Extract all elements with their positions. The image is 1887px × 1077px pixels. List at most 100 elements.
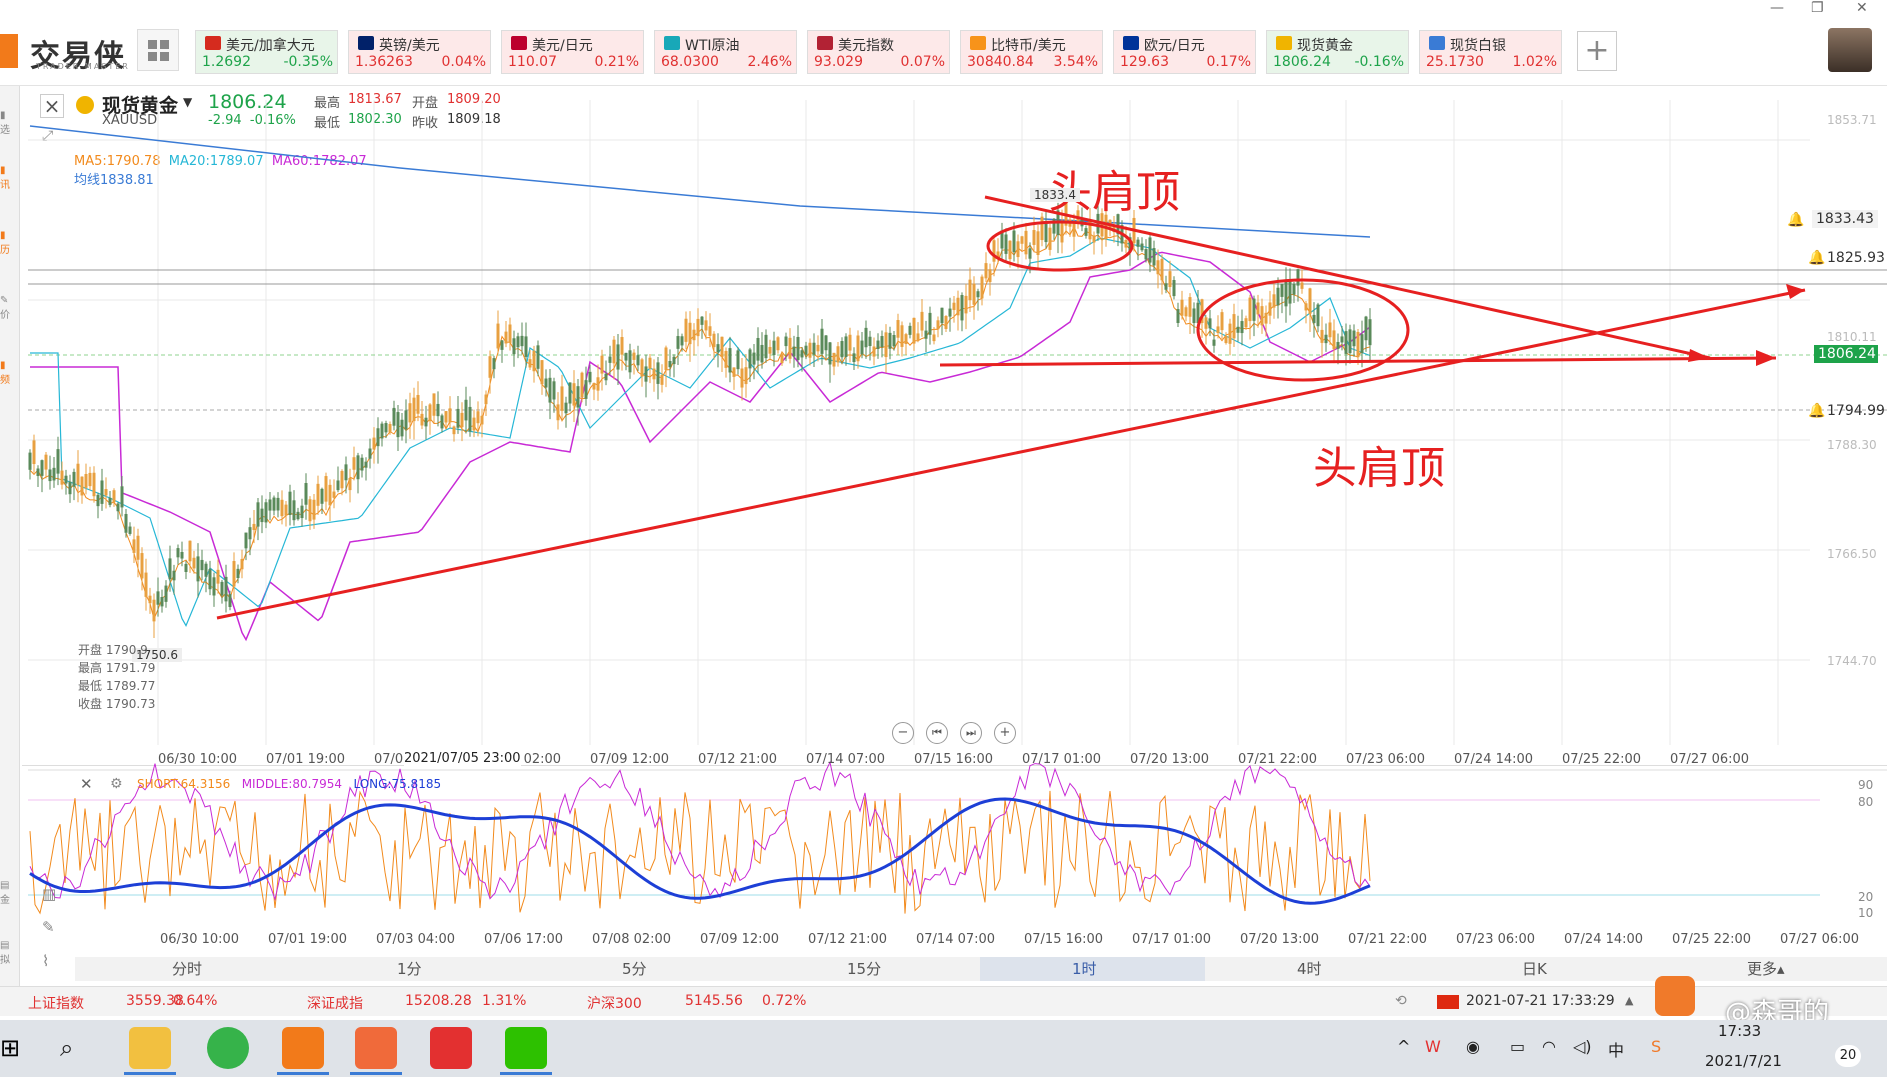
candle xyxy=(396,412,400,438)
candle xyxy=(608,356,612,363)
wps-tray-icon[interactable]: W xyxy=(1425,1037,1441,1056)
timeframe-tab[interactable]: 15分 xyxy=(847,957,881,981)
candle xyxy=(772,340,776,356)
chart-canvas[interactable] xyxy=(0,0,1887,1077)
zoom-in-icon[interactable]: + xyxy=(994,722,1016,744)
candle xyxy=(676,336,680,349)
candle xyxy=(1148,237,1152,263)
candle xyxy=(1164,283,1168,290)
candle xyxy=(1308,288,1312,314)
candle xyxy=(1072,222,1076,237)
index-pct: 0.64% xyxy=(173,993,218,1009)
timeframe-tab[interactable]: 分时 xyxy=(172,957,202,981)
candle xyxy=(440,415,444,429)
osc-settings-icon[interactable]: ⚙ xyxy=(110,776,123,792)
candle xyxy=(564,402,568,414)
candle xyxy=(828,342,832,365)
candle xyxy=(612,339,616,364)
osc-time-tick: 06/30 10:00 xyxy=(160,932,240,947)
time-tick: 07/01 19:00 xyxy=(266,752,346,767)
zoom-out-icon[interactable]: − xyxy=(892,722,914,744)
candle xyxy=(1264,312,1268,324)
taskbar-time[interactable]: 17:33 xyxy=(1718,1022,1761,1040)
candle xyxy=(1296,269,1300,286)
candle xyxy=(460,412,464,428)
cursor-time: 2021/07/05 23:00 xyxy=(404,751,521,766)
chart-nav: − ⏮ ⏭ + xyxy=(892,722,1016,744)
timeframe-tab[interactable]: 更多▴ xyxy=(1747,957,1785,981)
candle xyxy=(388,424,392,433)
wechat-icon[interactable] xyxy=(505,1027,547,1069)
candle xyxy=(364,461,368,468)
candle xyxy=(136,535,140,560)
candle xyxy=(916,333,920,341)
indicator-icon[interactable]: ⌇ xyxy=(42,952,49,970)
timeframe-tab[interactable]: 4时 xyxy=(1297,957,1322,981)
candle xyxy=(292,500,296,521)
timeframe-tab[interactable]: 5分 xyxy=(622,957,647,981)
candle xyxy=(468,406,472,432)
candle xyxy=(1220,312,1224,331)
osc-close-icon[interactable]: ✕ xyxy=(80,775,93,793)
volume-icon[interactable]: ◁) xyxy=(1573,1037,1592,1056)
alert-bell-icon[interactable]: 🔔 xyxy=(1808,250,1825,266)
timeframe-tab[interactable]: 1时 xyxy=(1072,957,1097,981)
scroll-start-icon[interactable]: ⏮ xyxy=(926,722,948,744)
candle xyxy=(180,552,184,559)
ma60-line xyxy=(30,251,1371,642)
candle xyxy=(1316,304,1320,327)
start-icon[interactable]: ⊞ xyxy=(0,1034,20,1062)
osc-scale-20: 20 xyxy=(1858,890,1874,904)
candle xyxy=(224,576,228,602)
candle xyxy=(260,508,264,523)
candle xyxy=(552,381,556,400)
alert-bell-icon[interactable]: 🔔 xyxy=(1808,403,1825,419)
tray-app-icon[interactable]: ◉ xyxy=(1466,1037,1480,1056)
candle xyxy=(168,558,172,580)
timeframe-tab[interactable]: 1分 xyxy=(397,957,422,981)
index-name[interactable]: 上证指数 xyxy=(28,993,84,1013)
taskbar-date[interactable]: 2021/7/21 xyxy=(1705,1052,1782,1070)
battery-icon[interactable]: ▭ xyxy=(1510,1037,1525,1056)
wps-icon[interactable] xyxy=(430,1027,472,1069)
candle xyxy=(1048,227,1052,250)
ohlc-box: 开盘 1790.9 最高 1791.79 最低 1789.77 收盘 1790.73 xyxy=(78,643,156,711)
candle xyxy=(216,569,220,584)
time-tick: 07/25 22:00 xyxy=(1562,752,1642,767)
file-explorer-icon[interactable] xyxy=(129,1027,171,1069)
time-tick: 07/24 14:00 xyxy=(1454,752,1534,767)
support-trendline xyxy=(216,288,1806,620)
browser-icon[interactable] xyxy=(207,1027,249,1069)
search-icon[interactable]: ⌕ xyxy=(60,1034,73,1062)
draw-tool-icon[interactable]: ✎ xyxy=(42,918,55,936)
index-name[interactable]: 深证成指 xyxy=(307,993,363,1013)
notification-badge[interactable]: 20 xyxy=(1835,1045,1861,1067)
timeframe-tab[interactable]: 日K xyxy=(1522,957,1547,981)
trading-app-2-icon[interactable] xyxy=(355,1027,397,1069)
tray-chevron-icon[interactable]: ^ xyxy=(1397,1037,1410,1056)
candle xyxy=(248,527,252,540)
trader-app-icon[interactable] xyxy=(282,1027,324,1069)
candle xyxy=(448,408,452,423)
candle xyxy=(404,410,408,430)
candle xyxy=(1368,319,1372,346)
candle xyxy=(1360,334,1364,354)
candle xyxy=(208,569,212,590)
sohu-tray-icon[interactable]: S xyxy=(1651,1037,1661,1056)
wifi-icon[interactable]: ◠ xyxy=(1542,1037,1556,1056)
layers-icon[interactable]: ▥ xyxy=(42,885,56,903)
candle xyxy=(464,399,468,421)
candle xyxy=(624,352,628,361)
candle xyxy=(184,563,188,573)
status-up-icon[interactable]: ▲ xyxy=(1625,994,1633,1007)
candle xyxy=(876,340,880,350)
network-icon: ⟲ xyxy=(1395,993,1407,1009)
candle xyxy=(72,471,76,487)
alert-bell-icon[interactable]: 🔔 xyxy=(1787,212,1807,228)
candle xyxy=(616,344,620,370)
ime-lang[interactable]: 中 xyxy=(1608,1037,1624,1061)
candle xyxy=(1300,282,1304,289)
scroll-end-icon[interactable]: ⏭ xyxy=(960,722,982,744)
index-name[interactable]: 沪深300 xyxy=(587,993,642,1013)
candle xyxy=(944,316,948,329)
